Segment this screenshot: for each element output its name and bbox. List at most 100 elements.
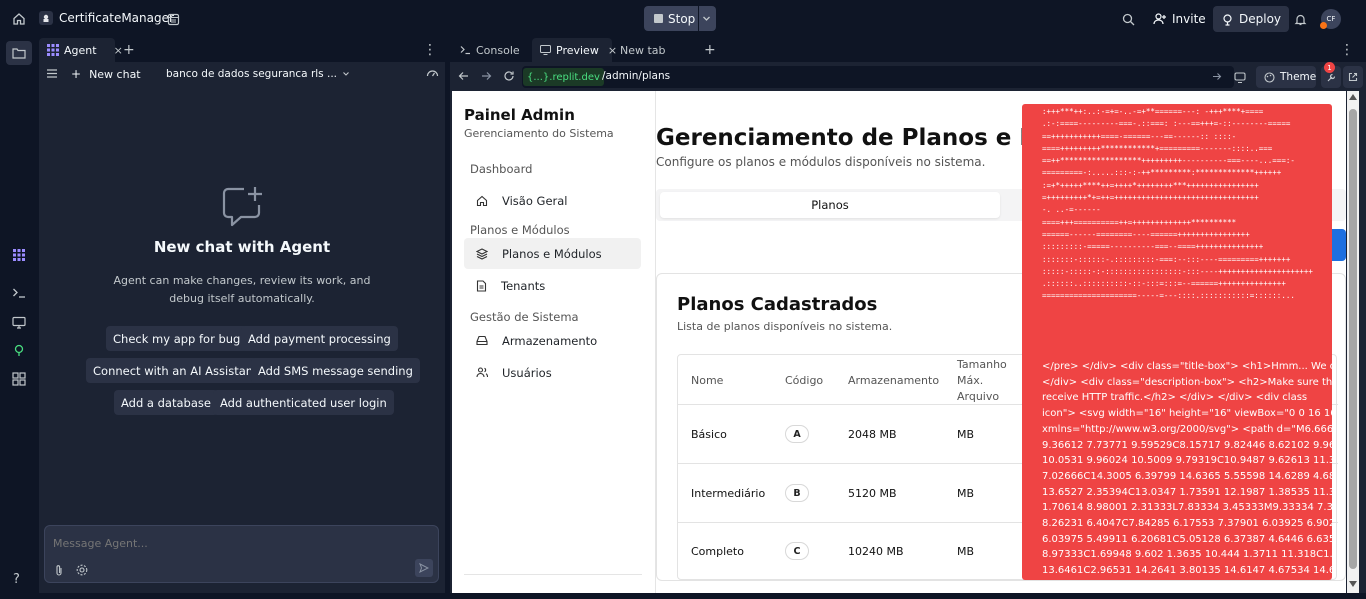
html-source-line: 8.97333C1.69948 9.602 1.3635 10.444 1.37…: [1042, 549, 1332, 561]
more-options-icon[interactable]: ⋮: [423, 38, 437, 62]
go-icon[interactable]: [1212, 72, 1222, 81]
tab-new-tab-label: New tab: [620, 43, 666, 57]
cell-nome: Básico: [691, 428, 727, 441]
more-options-icon[interactable]: ⋮: [1340, 38, 1354, 62]
html-source-line: 10.0531 9.96024 10.5009 9.79319C10.9487 …: [1042, 455, 1332, 467]
scrollbar-down-arrow[interactable]: [1349, 581, 1357, 587]
col-header-tamanho: Tamanho Máx. Arquivo: [957, 357, 1007, 405]
forward-icon[interactable]: [481, 71, 492, 81]
card-subtitle: Lista de planos disponíveis no sistema.: [677, 320, 893, 333]
files-icon[interactable]: [6, 41, 32, 65]
speedometer-icon[interactable]: [426, 67, 439, 79]
chat-title-dropdown[interactable]: banco de dados seguranca rls ...: [166, 68, 350, 80]
workspace-header-icon[interactable]: [164, 10, 182, 28]
url-path[interactable]: /admin/plans: [602, 70, 670, 82]
code-badge: B: [785, 484, 809, 502]
preview-rail-icon[interactable]: [12, 316, 26, 329]
chevron-down-icon[interactable]: [702, 14, 711, 23]
app-name[interactable]: CertificateManager: [59, 11, 174, 25]
empty-desc-line-2: debug itself automatically.: [169, 292, 315, 305]
agent-icon: [47, 44, 59, 56]
tab-agent-label: Agent: [64, 43, 97, 57]
wrench-icon: [1327, 73, 1335, 81]
home-icon[interactable]: [10, 10, 28, 28]
ascii-line: :+++***++:..:-=+=-..-=+**======---: -+++…: [1042, 107, 1264, 116]
ascii-line: :::::::-::::::-.:::::::::-===:--:::----=…: [1042, 254, 1291, 264]
ascii-line: =========-:.....:::-:-++*********:******…: [1042, 168, 1282, 178]
sidebar-divider: [464, 574, 642, 575]
cell-tamanho: MB: [957, 545, 975, 558]
bell-icon[interactable]: [1291, 10, 1309, 28]
agent-toolbar: + New chat banco de dados seguranca rls …: [39, 62, 445, 86]
devtools-icon[interactable]: [1229, 66, 1251, 88]
scrollbar-up-arrow[interactable]: [1349, 94, 1357, 100]
app-logo: [39, 11, 53, 25]
apps-grid-icon[interactable]: [12, 372, 26, 386]
back-icon[interactable]: [458, 71, 469, 81]
add-tab-icon[interactable]: +: [696, 38, 724, 62]
suggestion-database[interactable]: Add a database: [114, 390, 218, 415]
deploy-button[interactable]: Deploy: [1213, 6, 1290, 32]
empty-state-title: New chat with Agent: [153, 238, 331, 256]
deploy-icon: [1221, 13, 1234, 26]
address-field[interactable]: {...}.replit.dev /admin/plans: [522, 66, 1234, 88]
tab-console[interactable]: Console: [452, 38, 532, 62]
message-input[interactable]: [53, 533, 423, 553]
code-badge: C: [785, 542, 809, 560]
chat-history-icon[interactable]: [47, 69, 57, 78]
stop-button[interactable]: Stop: [644, 6, 716, 31]
suggestion-sms[interactable]: Add SMS message sending: [251, 358, 420, 383]
ascii-line: :=+*+++++****++=++++*++++++++***++++++++…: [1042, 180, 1259, 190]
scrollbar-thumb[interactable]: [1349, 109, 1357, 569]
console-rail-icon[interactable]: [12, 287, 26, 299]
help-icon[interactable]: ?: [13, 572, 20, 587]
sidebar-item-label: Visão Geral: [502, 193, 568, 208]
top-bar: CertificateManager Stop Invite Deploy CF: [0, 0, 1366, 38]
tab-planos[interactable]: Planos: [660, 192, 1000, 218]
users-icon: [476, 367, 488, 378]
suggestion-auth[interactable]: Add authenticated user login: [213, 390, 394, 415]
html-source-line: </div> <div class="description-box"> <h2…: [1042, 376, 1332, 388]
add-tab-icon[interactable]: +: [115, 38, 143, 62]
ascii-line: ==++******************+++++++++---------…: [1042, 156, 1295, 166]
palette-icon: [1264, 71, 1275, 83]
nav-group-gestao: Gestão de Sistema: [470, 310, 579, 324]
col-header-codigo: Código: [785, 374, 824, 387]
theme-button[interactable]: Theme: [1256, 66, 1316, 88]
sidebar-item-armazenamento[interactable]: Armazenamento: [464, 325, 641, 356]
search-icon[interactable]: [1119, 10, 1137, 28]
col-header-tamanho-line1: Tamanho: [957, 358, 1007, 371]
send-button[interactable]: [415, 559, 433, 577]
tab-new-tab[interactable]: New tab: [612, 38, 696, 62]
deploy-rail-icon[interactable]: [12, 344, 26, 357]
suggestion-check-bugs[interactable]: Check my app for bugs: [106, 326, 254, 351]
ascii-line: :::::-:::::-:-:::::::::::::::::-:::----+…: [1042, 266, 1313, 276]
preview-scrollbar[interactable]: [1347, 91, 1359, 593]
invite-button[interactable]: Invite: [1145, 6, 1214, 32]
sidebar-item-tenants[interactable]: Tenants: [464, 270, 641, 301]
tab-agent[interactable]: Agent ×: [39, 38, 123, 62]
html-source-line: 1.70614 8.98001 2.31333L7.83334 3.45333M…: [1042, 502, 1332, 514]
message-box: [44, 525, 439, 583]
new-chat-icon: [220, 185, 266, 231]
reload-icon[interactable]: [503, 70, 515, 82]
suggestion-ai-assistant[interactable]: Connect with an AI Assistant: [86, 358, 265, 383]
agent-rail-icon[interactable]: [12, 248, 26, 262]
sidebar-item-usuarios[interactable]: Usuários: [464, 357, 641, 388]
ascii-line: ==+++++++++++====-======---==------:: ::…: [1042, 131, 1237, 141]
cell-armazenamento: 10240 MB: [848, 545, 904, 558]
console-icon: [460, 45, 471, 55]
sidebar-item-visao-geral[interactable]: Visão Geral: [464, 185, 641, 216]
empty-state-description: Agent can make changes, review its work,…: [39, 272, 445, 308]
tab-preview[interactable]: Preview ×: [532, 38, 617, 62]
cell-nome: Intermediário: [691, 487, 766, 500]
html-source-line: 13.6527 2.35394C13.0347 1.73591 12.1987 …: [1042, 486, 1332, 498]
new-chat-button[interactable]: + New chat: [71, 67, 141, 81]
suggestion-payment[interactable]: Add payment processing: [241, 326, 398, 351]
html-source-line: receive HTTP traffic.</h2> </div> </div>…: [1042, 392, 1308, 404]
open-new-window-button[interactable]: [1343, 66, 1363, 88]
settings-icon[interactable]: [76, 564, 88, 576]
notification-badge: 1: [1324, 62, 1335, 73]
paperclip-icon[interactable]: [54, 564, 64, 577]
sidebar-item-planos-modulos[interactable]: Planos e Módulos: [464, 238, 641, 269]
